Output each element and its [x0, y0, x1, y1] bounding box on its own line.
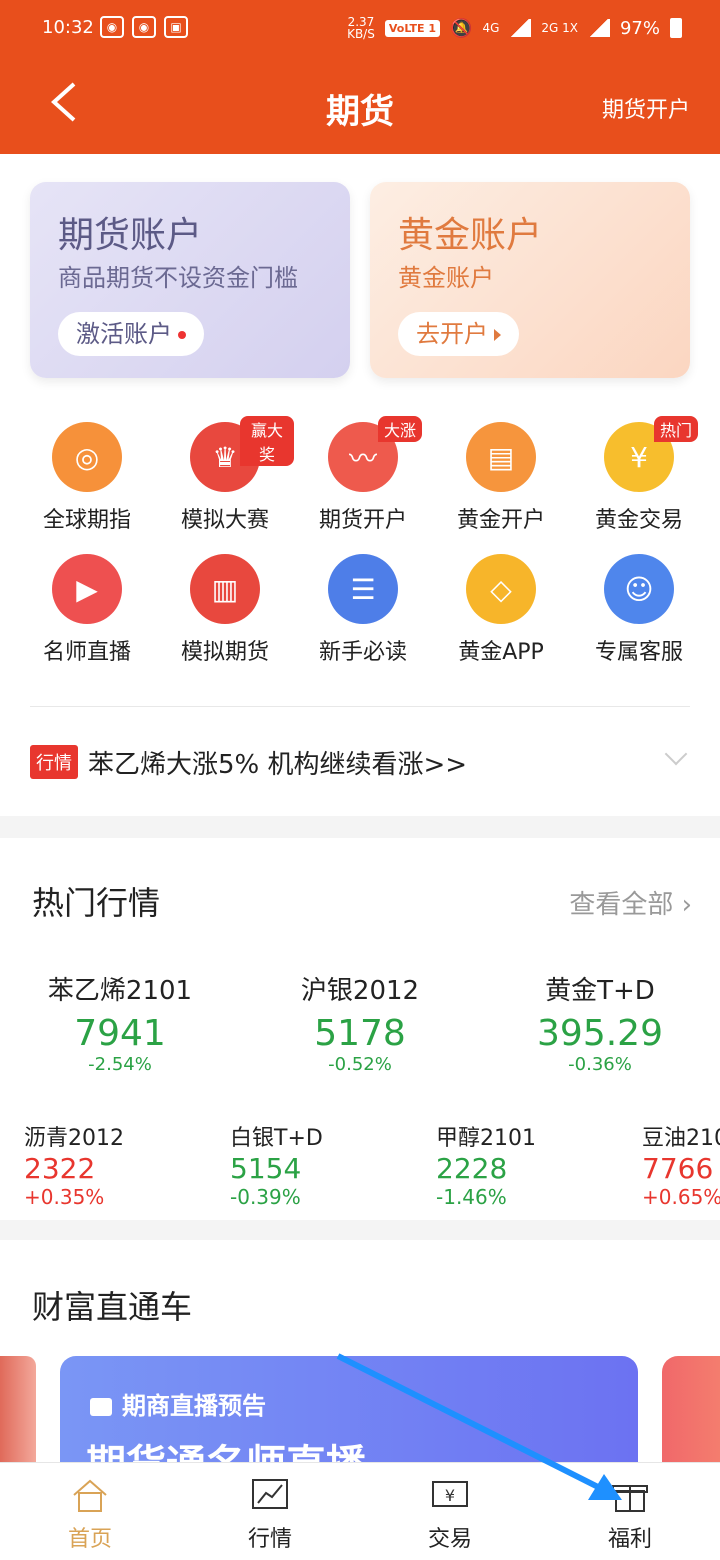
grid-item-service[interactable]: ☺ 专属客服 — [570, 554, 708, 665]
quotes-scroll[interactable]: 沥青2012 2322 +0.35% 白银T+D 5154 -0.39% 甲醇2101 2… — [24, 1120, 720, 1209]
svg-text:¥: ¥ — [445, 1486, 455, 1505]
grid-item-sim-contest[interactable]: ♛ 模拟大赛 赢大奖 — [156, 416, 294, 533]
futures-account-card[interactable]: 期货账户 商品期货不设资金门槛 激活账户 — [30, 182, 350, 378]
home-icon — [73, 1479, 107, 1512]
activate-account-button[interactable]: 激活账户 — [58, 312, 204, 356]
battery-icon — [670, 18, 682, 38]
wealth-section: 财富直通车 期商直播预告 期货通名师直播 — [0, 1240, 720, 1462]
grid-item-futures-open[interactable]: 〰期货开户 大涨 — [294, 416, 432, 533]
status-time: 10:32 — [42, 17, 94, 38]
badge: 赢大奖 — [240, 416, 294, 466]
view-all-link[interactable]: 查看全部 › — [569, 884, 692, 921]
network-4g: 4G — [482, 21, 500, 35]
grid-item-sim-futures[interactable]: ▥ 模拟期货 — [156, 554, 294, 665]
banner-title: 期货通名师直播 — [86, 1432, 366, 1462]
red-dot-icon — [178, 331, 186, 339]
section-title: 热门行情 — [32, 884, 161, 922]
gold-account-card[interactable]: 黄金账户 黄金账户 去开户 — [370, 182, 690, 378]
section-title: 财富直通车 — [32, 1288, 193, 1326]
signal-icon — [509, 19, 532, 37]
volte-badge: VoLTE 1 — [384, 19, 441, 37]
open-futures-account-link[interactable]: 期货开户 — [602, 92, 690, 124]
shortcut-grid: ◎ 全球期指 ♛ 模拟大赛 赢大奖 〰期货开户 大涨 ▤ 黄金开户 ¥ 黄金交易 热门 ▶ 名师… — [18, 416, 708, 665]
card-subtitle: 黄金账户 — [398, 264, 494, 292]
account-card-icon: ▤ — [466, 422, 536, 492]
quote-card[interactable]: 黄金T+D 395.29 -0.36% — [480, 970, 720, 1075]
document-icon: ☰ — [328, 554, 398, 624]
chevron-right-icon: › — [681, 890, 692, 920]
notification-icon: ◉ — [100, 16, 124, 38]
bottom-tab-bar: 首页 行情 ¥ 交易 福利 — [0, 1462, 720, 1560]
bar-chart-icon: ▥ — [190, 554, 260, 624]
app-header: 10:32 ◉ ◉ ▣ 2.37 KB/S VoLTE 1 🔕 4G 2G 1X… — [0, 0, 720, 154]
banner-tag: 期商直播预告 — [122, 1392, 266, 1420]
market-chart-icon — [252, 1479, 288, 1509]
signal-icon — [587, 19, 610, 37]
quotes-featured: 苯乙烯2101 7941 -2.54% 沪银2012 5178 -0.52% 黄金T+D… — [0, 970, 720, 1075]
news-text: 苯乙烯大涨5% 机构继续看涨>> — [88, 749, 468, 780]
grid-item-beginner[interactable]: ☰ 新手必读 — [294, 554, 432, 665]
headset-icon: ☺ — [604, 554, 674, 624]
battery-level: 97% — [619, 17, 660, 39]
account-section: 期货账户 商品期货不设资金门槛 激活账户 黄金账户 黄金账户 去开户 ◎ 全球期指… — [0, 154, 720, 816]
grid-item-global-index[interactable]: ◎ 全球期指 — [18, 422, 156, 533]
open-account-button[interactable]: 去开户 — [398, 312, 519, 356]
gold-app-icon: ◇ — [466, 554, 536, 624]
network-speed: 2.37 KB/S — [347, 15, 375, 41]
hot-market-section: 热门行情 查看全部 › 苯乙烯2101 7941 -2.54% 沪银2012 5178… — [0, 838, 720, 1220]
card-title: 期货账户 — [58, 215, 203, 256]
tv-icon: ▶ — [52, 554, 122, 624]
quote-card[interactable]: 沪银2012 5178 -0.52% — [240, 970, 480, 1075]
news-ticker[interactable]: 行情 苯乙烯大涨5% 机构继续看涨>> — [30, 740, 690, 784]
globe-icon: ◎ — [52, 422, 122, 492]
banner-next[interactable] — [662, 1356, 720, 1462]
grid-item-gold-open[interactable]: ▤ 黄金开户 — [432, 422, 570, 533]
status-bar: 10:32 ◉ ◉ ▣ 2.37 KB/S VoLTE 1 🔕 4G 2G 1X… — [0, 0, 720, 58]
news-tag: 行情 — [30, 745, 78, 779]
chevron-down-icon[interactable] — [664, 742, 688, 766]
card-subtitle: 商品期货不设资金门槛 — [58, 264, 298, 292]
tab-welfare[interactable]: 福利 — [540, 1463, 720, 1560]
tab-market[interactable]: 行情 — [180, 1463, 360, 1560]
grid-item-gold-trade[interactable]: ¥ 黄金交易 热门 — [570, 416, 708, 533]
gift-icon — [612, 1485, 648, 1512]
mute-icon: 🔕 — [450, 17, 473, 39]
quote-item[interactable]: 白银T+D 5154 -0.39% — [230, 1120, 436, 1209]
notification-icon: ◉ — [132, 16, 156, 38]
network-2g: 2G 1X — [541, 21, 578, 35]
card-title: 黄金账户 — [398, 215, 543, 256]
tab-trade[interactable]: ¥ 交易 — [360, 1463, 540, 1560]
tab-home[interactable]: 首页 — [0, 1463, 180, 1560]
play-arrow-icon — [494, 329, 501, 341]
quote-card[interactable]: 苯乙烯2101 7941 -2.54% — [0, 970, 240, 1075]
badge: 热门 — [654, 416, 699, 442]
quote-item[interactable]: 甲醇2101 2228 -1.46% — [436, 1120, 642, 1209]
divider — [30, 706, 690, 707]
quote-item[interactable]: 豆油21017766+0.65% — [642, 1120, 720, 1209]
trade-yuan-icon: ¥ — [432, 1481, 468, 1507]
tv-icon — [90, 1398, 112, 1416]
badge: 大涨 — [378, 416, 423, 442]
banner-prev[interactable] — [0, 1356, 36, 1462]
grid-item-live[interactable]: ▶ 名师直播 — [18, 554, 156, 665]
quote-item[interactable]: 沥青2012 2322 +0.35% — [24, 1120, 230, 1209]
image-icon: ▣ — [164, 16, 188, 38]
live-preview-banner[interactable]: 期商直播预告 期货通名师直播 — [60, 1356, 638, 1462]
grid-item-gold-app[interactable]: ◇ 黄金APP — [432, 554, 570, 665]
